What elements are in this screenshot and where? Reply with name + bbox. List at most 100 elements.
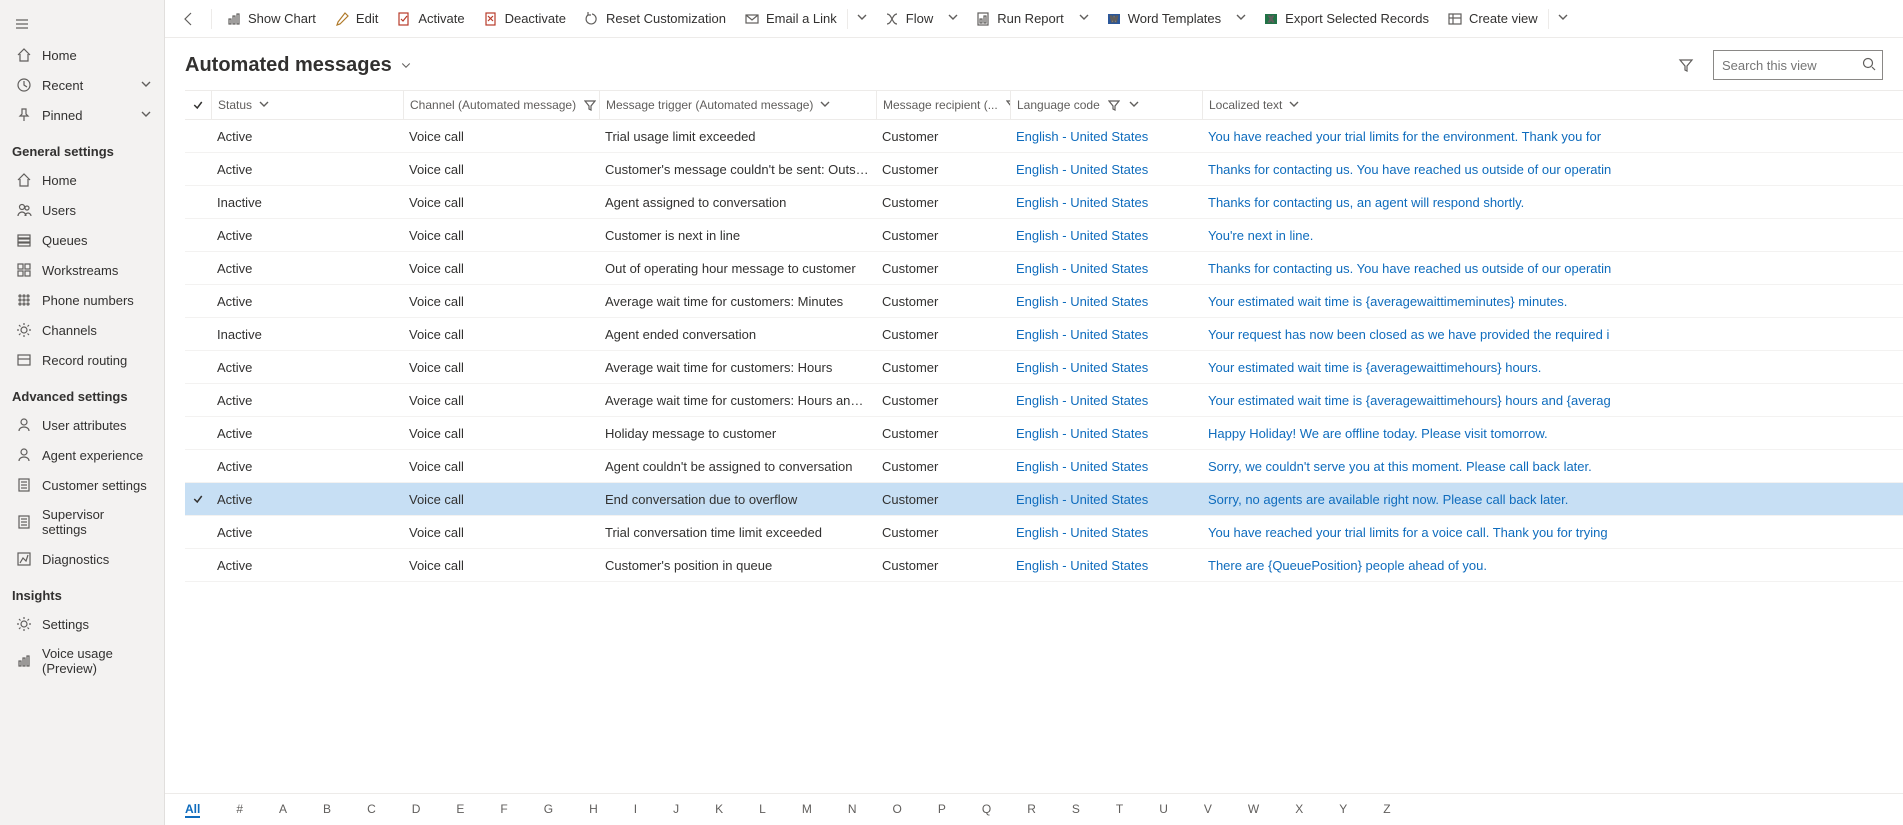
cmd-show-chart[interactable]: Show Chart xyxy=(218,7,324,31)
cell-language-link[interactable]: English - United States xyxy=(1010,492,1202,507)
cmd-dropdown[interactable] xyxy=(941,7,965,30)
sidebar-item-supervisor-settings[interactable]: Supervisor settings xyxy=(0,500,164,544)
cmd-reset-customization[interactable]: Reset Customization xyxy=(576,7,734,31)
jump-v[interactable]: V xyxy=(1204,802,1212,818)
jump-x[interactable]: X xyxy=(1295,802,1303,818)
jump-i[interactable]: I xyxy=(634,802,637,818)
jump-k[interactable]: K xyxy=(715,802,723,818)
hamburger-menu[interactable] xyxy=(8,10,36,38)
jump-q[interactable]: Q xyxy=(982,802,991,818)
jump-z[interactable]: Z xyxy=(1383,802,1390,818)
table-row[interactable]: ActiveVoice callCustomer is next in line… xyxy=(185,219,1903,252)
cell-localized-text-link[interactable]: You have reached your trial limits for a… xyxy=(1202,525,1903,540)
jump-all[interactable]: All xyxy=(185,802,200,818)
table-row[interactable]: InactiveVoice callAgent ended conversati… xyxy=(185,318,1903,351)
cell-language-link[interactable]: English - United States xyxy=(1010,558,1202,573)
table-row[interactable]: ActiveVoice callEnd conversation due to … xyxy=(185,483,1903,516)
sidebar-item-users[interactable]: Users xyxy=(0,195,164,225)
cell-language-link[interactable]: English - United States xyxy=(1010,525,1202,540)
cmd-email-a-link[interactable]: Email a Link xyxy=(736,7,845,31)
row-checkbox[interactable] xyxy=(185,493,211,505)
jump-b[interactable]: B xyxy=(323,802,331,818)
search-input[interactable] xyxy=(1713,50,1883,80)
table-row[interactable]: ActiveVoice callOut of operating hour me… xyxy=(185,252,1903,285)
cmd-edit[interactable]: Edit xyxy=(326,7,386,31)
jump-#[interactable]: # xyxy=(236,802,243,818)
cell-localized-text-link[interactable]: There are {QueuePosition} people ahead o… xyxy=(1202,558,1903,573)
cell-language-link[interactable]: English - United States xyxy=(1010,294,1202,309)
jump-h[interactable]: H xyxy=(589,802,598,818)
jump-g[interactable]: G xyxy=(544,802,553,818)
sidebar-item-pinned[interactable]: Pinned xyxy=(0,100,164,130)
cmd-export-selected-records[interactable]: XExport Selected Records xyxy=(1255,7,1437,31)
jump-t[interactable]: T xyxy=(1116,802,1123,818)
col-channel[interactable]: Channel (Automated message) xyxy=(403,91,599,119)
cell-language-link[interactable]: English - United States xyxy=(1010,195,1202,210)
jump-w[interactable]: W xyxy=(1248,802,1259,818)
cell-language-link[interactable]: English - United States xyxy=(1010,393,1202,408)
col-text[interactable]: Localized text xyxy=(1202,91,1903,119)
sidebar-item-agent-experience[interactable]: Agent experience xyxy=(0,440,164,470)
cell-language-link[interactable]: English - United States xyxy=(1010,360,1202,375)
cell-localized-text-link[interactable]: Happy Holiday! We are offline today. Ple… xyxy=(1202,426,1903,441)
cell-localized-text-link[interactable]: Thanks for contacting us, an agent will … xyxy=(1202,195,1903,210)
cell-language-link[interactable]: English - United States xyxy=(1010,426,1202,441)
cell-localized-text-link[interactable]: Sorry, we couldn't serve you at this mom… xyxy=(1202,459,1903,474)
sidebar-item-customer-settings[interactable]: Customer settings xyxy=(0,470,164,500)
sidebar-item-home[interactable]: Home xyxy=(0,165,164,195)
jump-l[interactable]: L xyxy=(759,802,766,818)
col-recipient[interactable]: Message recipient (... xyxy=(876,91,1010,119)
cell-localized-text-link[interactable]: Your estimated wait time is {averagewait… xyxy=(1202,294,1903,309)
jump-j[interactable]: J xyxy=(673,802,679,818)
sidebar-item-settings[interactable]: Settings xyxy=(0,609,164,639)
jump-o[interactable]: O xyxy=(893,802,902,818)
jump-d[interactable]: D xyxy=(412,802,421,818)
cell-localized-text-link[interactable]: Thanks for contacting us. You have reach… xyxy=(1202,261,1903,276)
back-button[interactable] xyxy=(173,7,205,31)
cmd-activate[interactable]: Activate xyxy=(388,7,472,31)
cell-language-link[interactable]: English - United States xyxy=(1010,459,1202,474)
cell-language-link[interactable]: English - United States xyxy=(1010,327,1202,342)
sidebar-item-user-attributes[interactable]: User attributes xyxy=(0,410,164,440)
col-status[interactable]: Status xyxy=(211,91,403,119)
cell-localized-text-link[interactable]: You're next in line. xyxy=(1202,228,1903,243)
sidebar-item-queues[interactable]: Queues xyxy=(0,225,164,255)
jump-a[interactable]: A xyxy=(279,802,287,818)
cmd-dropdown[interactable] xyxy=(850,7,874,30)
view-title-dropdown[interactable]: Automated messages xyxy=(185,54,412,77)
cell-localized-text-link[interactable]: Your estimated wait time is {averagewait… xyxy=(1202,393,1903,408)
jump-r[interactable]: R xyxy=(1027,802,1036,818)
sidebar-item-recent[interactable]: Recent xyxy=(0,70,164,100)
cmd-word-templates[interactable]: WWord Templates xyxy=(1098,7,1229,31)
table-row[interactable]: ActiveVoice callAverage wait time for cu… xyxy=(185,285,1903,318)
cmd-run-report[interactable]: Run Report xyxy=(967,7,1071,31)
cell-localized-text-link[interactable]: Your estimated wait time is {averagewait… xyxy=(1202,360,1903,375)
select-all[interactable] xyxy=(185,99,211,111)
jump-y[interactable]: Y xyxy=(1339,802,1347,818)
table-row[interactable]: ActiveVoice callTrial usage limit exceed… xyxy=(185,120,1903,153)
table-row[interactable]: ActiveVoice callAgent couldn't be assign… xyxy=(185,450,1903,483)
table-row[interactable]: InactiveVoice callAgent assigned to conv… xyxy=(185,186,1903,219)
cell-language-link[interactable]: English - United States xyxy=(1010,129,1202,144)
sidebar-item-diagnostics[interactable]: Diagnostics xyxy=(0,544,164,574)
table-row[interactable]: ActiveVoice callTrial conversation time … xyxy=(185,516,1903,549)
jump-u[interactable]: U xyxy=(1159,802,1168,818)
col-lang[interactable]: Language code xyxy=(1010,91,1202,119)
table-row[interactable]: ActiveVoice callAverage wait time for cu… xyxy=(185,351,1903,384)
jump-n[interactable]: N xyxy=(848,802,857,818)
cell-language-link[interactable]: English - United States xyxy=(1010,261,1202,276)
jump-f[interactable]: F xyxy=(500,802,507,818)
table-row[interactable]: ActiveVoice callHoliday message to custo… xyxy=(185,417,1903,450)
cell-language-link[interactable]: English - United States xyxy=(1010,228,1202,243)
cell-localized-text-link[interactable]: Your request has now been closed as we h… xyxy=(1202,327,1903,342)
table-row[interactable]: ActiveVoice callAverage wait time for cu… xyxy=(185,384,1903,417)
cmd-dropdown[interactable] xyxy=(1551,7,1575,30)
cmd-dropdown[interactable] xyxy=(1229,7,1253,30)
jump-m[interactable]: M xyxy=(802,802,812,818)
cmd-deactivate[interactable]: Deactivate xyxy=(475,7,574,31)
jump-e[interactable]: E xyxy=(456,802,464,818)
col-trigger[interactable]: Message trigger (Automated message) xyxy=(599,91,876,119)
jump-s[interactable]: S xyxy=(1072,802,1080,818)
sidebar-item-workstreams[interactable]: Workstreams xyxy=(0,255,164,285)
cmd-create-view[interactable]: Create view xyxy=(1439,7,1546,31)
